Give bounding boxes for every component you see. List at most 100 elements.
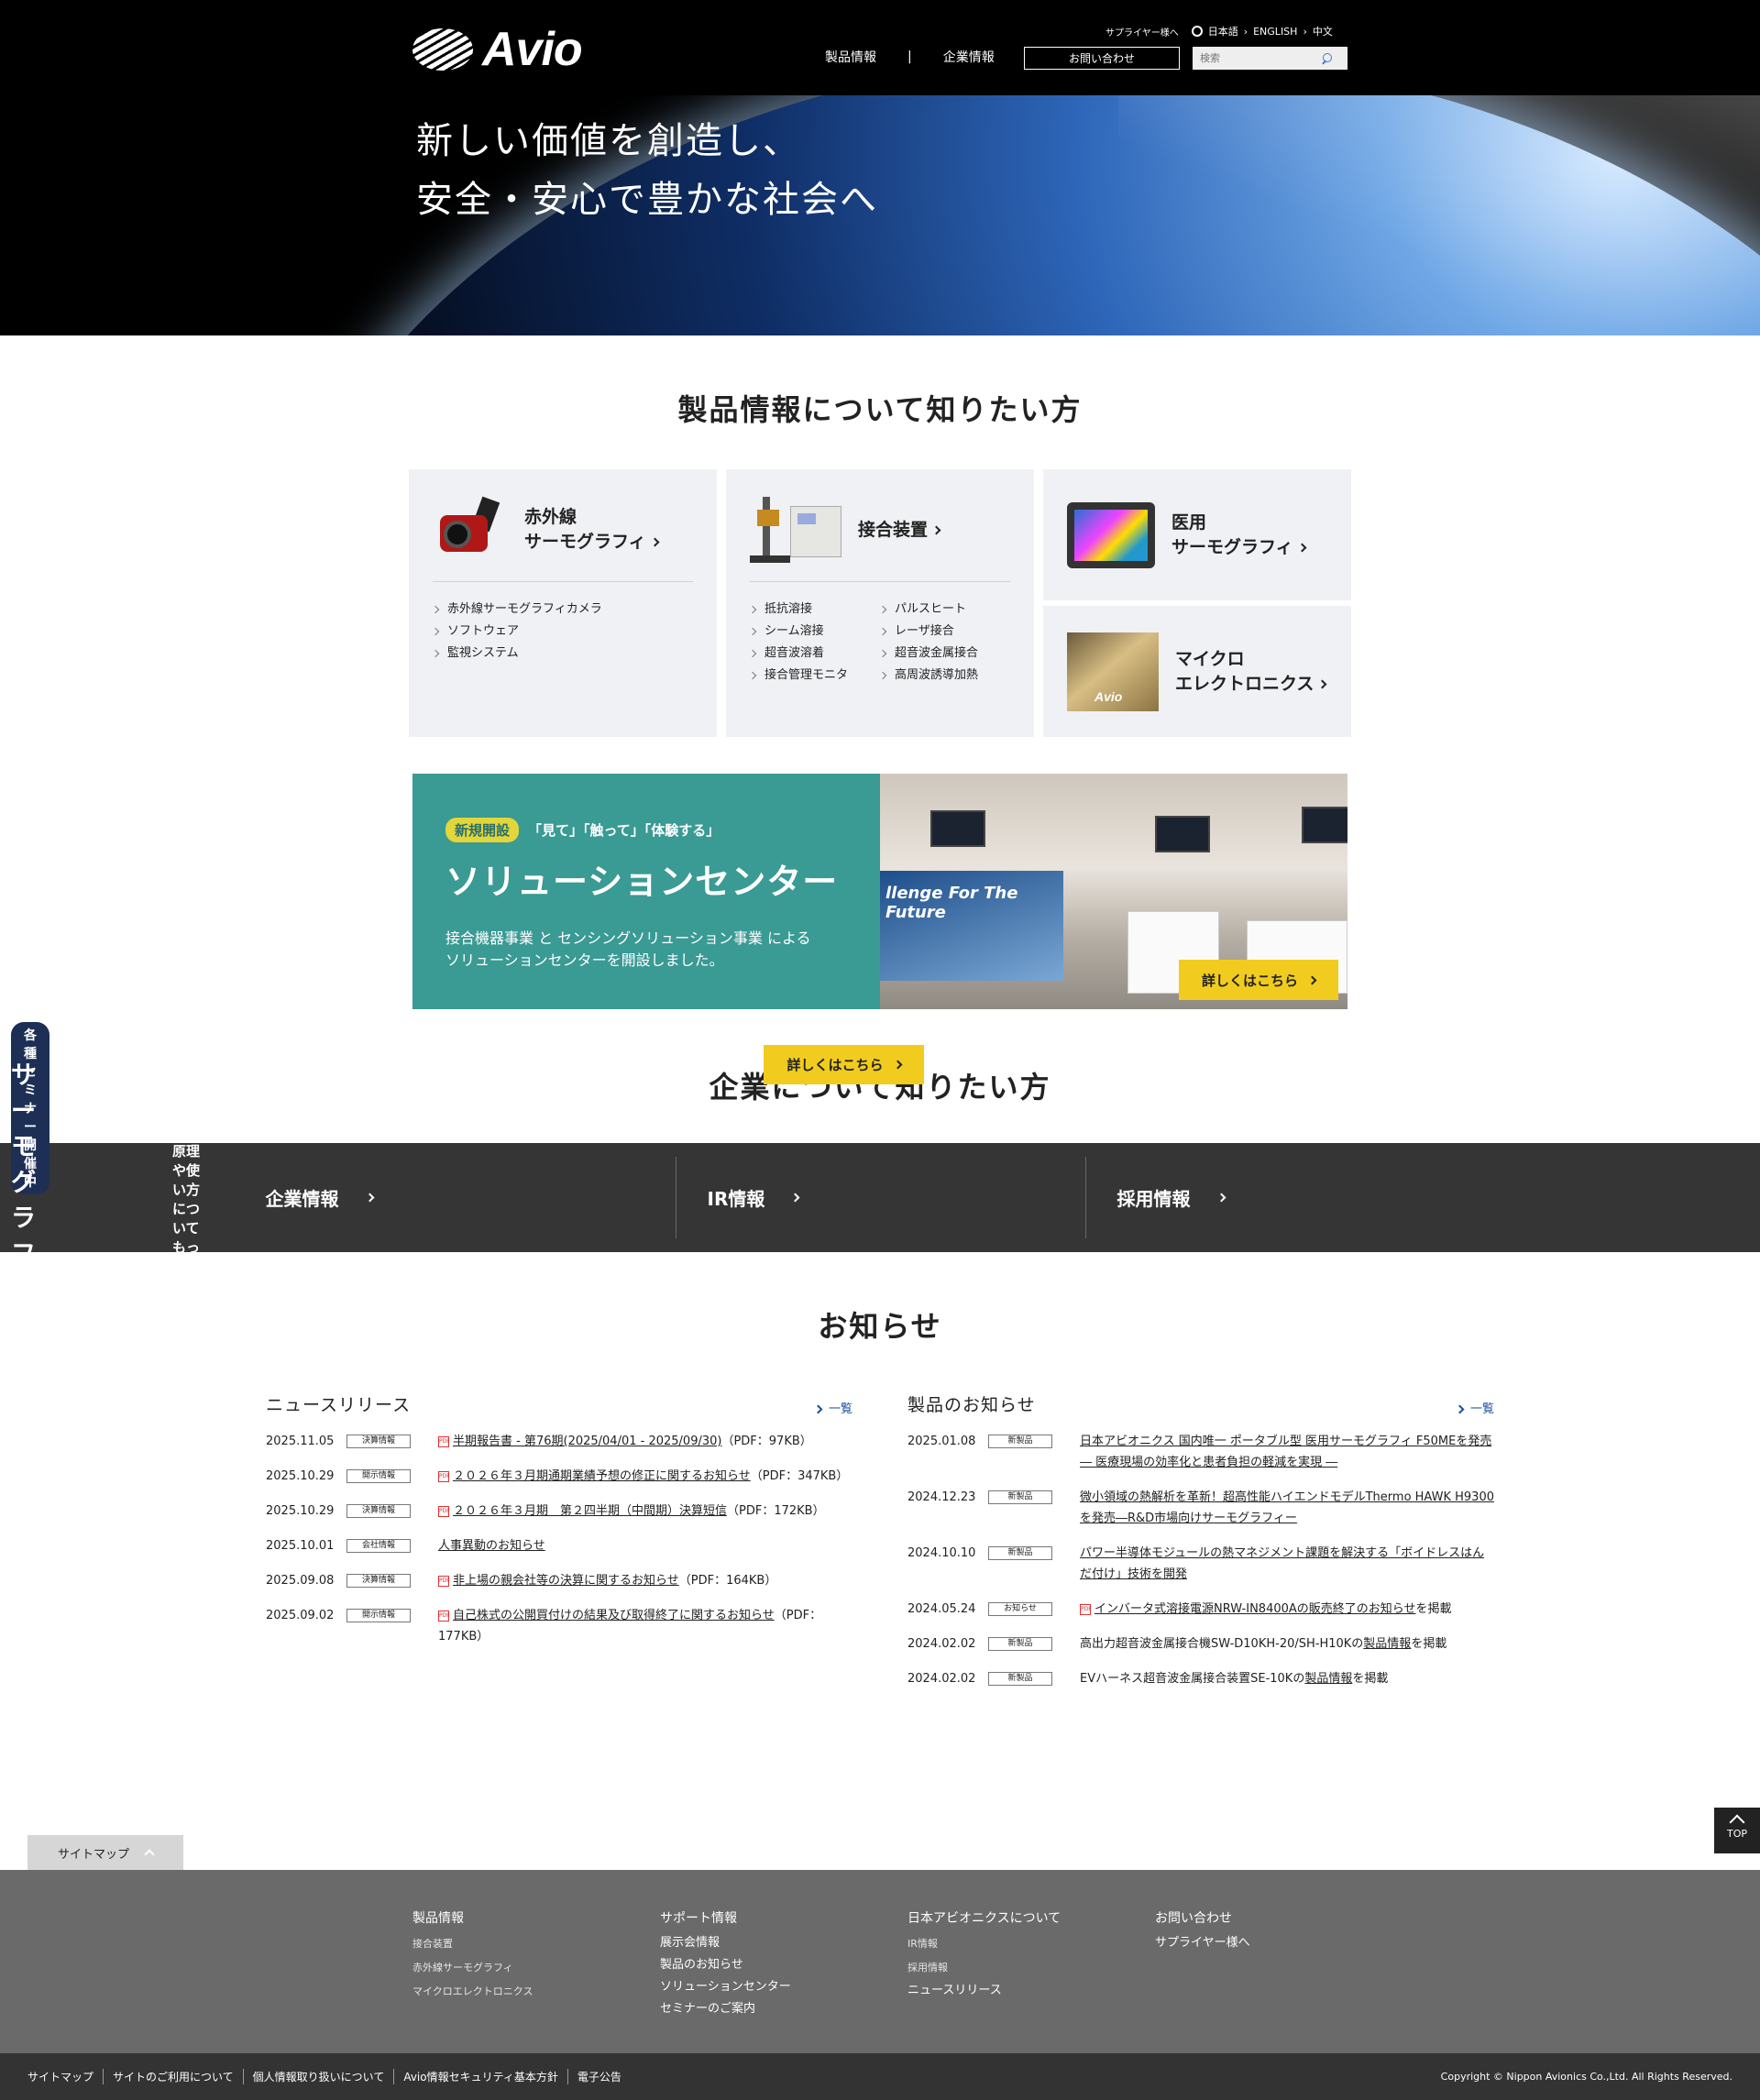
- card-medical-thermography[interactable]: 医用 サーモグラフィ: [1043, 469, 1351, 600]
- pdf-icon: PDF: [438, 1435, 450, 1447]
- sublink-thermography-camera[interactable]: 赤外線サーモグラフィカメラ: [433, 599, 693, 621]
- global-nav: 製品情報 | 企業情報: [825, 48, 995, 66]
- sublink-induction-heating[interactable]: 高周波誘導加熱: [880, 665, 1010, 687]
- footer-link-supplier[interactable]: サプライヤー様へ: [1155, 1932, 1402, 1954]
- subfooter-link-security[interactable]: Avio情報セキュリティ基本方針: [394, 2069, 568, 2084]
- sitemap-toggle[interactable]: サイトマップ: [28, 1835, 183, 1870]
- nav-divider: |: [908, 49, 912, 64]
- sublink-software[interactable]: ソフトウェア: [433, 621, 693, 643]
- category-badge: 決算情報: [346, 1504, 411, 1518]
- new-badge: 新規開設: [446, 818, 520, 842]
- category-badge: 新製品: [988, 1637, 1052, 1651]
- chevron-right-icon: [1307, 975, 1317, 984]
- news-link[interactable]: 人事異動のお知らせ: [438, 1539, 545, 1553]
- footer-link-recruit[interactable]: 採用情報: [908, 1956, 1155, 1980]
- avio-logo[interactable]: Avio: [412, 22, 583, 77]
- corporate-link-company[interactable]: 企業情報: [266, 1143, 676, 1252]
- news-link[interactable]: パワー半導体モジュールの熱マネジメント課題を解決する「ボイドレスはんだ付け」技術…: [1080, 1546, 1484, 1581]
- sublink-resistance-welding[interactable]: 抵抗溶接: [750, 599, 880, 621]
- corporate-link-recruit[interactable]: 採用情報: [1084, 1143, 1495, 1252]
- news-link[interactable]: 微小領域の熱解析を革新！超高性能ハイエンドモデルThermo HAWK H930…: [1080, 1490, 1494, 1525]
- chevron-right-icon: [1317, 679, 1327, 688]
- supplier-link[interactable]: サプライヤー様へ: [1106, 25, 1179, 38]
- news-date: 2024.02.02: [908, 1637, 976, 1651]
- subfooter-link-sitemap[interactable]: サイトマップ: [28, 2069, 104, 2084]
- corporate-link-ir[interactable]: IR情報: [675, 1143, 1085, 1252]
- footer-link-ir[interactable]: IR情報: [908, 1932, 1155, 1956]
- footer-head-about[interactable]: 日本アビオニクスについて: [908, 1908, 1155, 1927]
- subfooter-link-public-notice[interactable]: 電子公告: [568, 2069, 631, 2084]
- news-row: 2024.02.02 新製品 高出力超音波金属接合機SW-D10KH-20/SH-H…: [908, 1633, 1494, 1655]
- lang-chinese[interactable]: 中文: [1313, 24, 1333, 38]
- news-date: 2025.09.02: [266, 1609, 335, 1622]
- news-link[interactable]: 半期報告書 - 第76期(2025/04/01 - 2025/09/30): [453, 1435, 721, 1448]
- news-row: 2025.09.08 決算情報 PDF 非上場の親会社等の決算に関するお知らせ（PDF…: [266, 1570, 852, 1591]
- product-news: 製品のお知らせ 一覧 2025.01.08 新製品 日本アビオニクス 国内唯一 ポー…: [908, 1391, 1494, 1703]
- news-link[interactable]: 製品情報: [1304, 1672, 1352, 1686]
- news-date: 2025.11.05: [266, 1435, 335, 1448]
- search-icon[interactable]: [1321, 52, 1334, 65]
- globe-icon: [1191, 26, 1203, 37]
- solution-center-banner[interactable]: 新規開設 「見て」「触って」「体験する」 ソリューションセンター 接合機器事業 と…: [412, 774, 1348, 1009]
- category-badge: 新製品: [988, 1546, 1052, 1560]
- news-link[interactable]: ２０２６年３月期 第２四半期（中間期）決算短信: [453, 1504, 727, 1518]
- category-badge: 決算情報: [346, 1574, 411, 1588]
- footer-link-product-news[interactable]: 製品のお知らせ: [660, 1954, 908, 1976]
- sublink-pulse-heat[interactable]: パルスヒート: [880, 599, 1010, 621]
- card-infrared-thermography[interactable]: 赤外線 サーモグラフィ 赤外線サーモグラフィカメラ ソフトウェア 監視システム: [409, 469, 717, 737]
- footer-link-infrared[interactable]: 赤外線サーモグラフィ: [412, 1956, 660, 1980]
- news-link[interactable]: 日本アビオニクス 国内唯一 ポータブル型 医用サーモグラフィ F50MEを発売 …: [1080, 1435, 1491, 1469]
- thermal-camera-image: [433, 493, 508, 566]
- news-row: 2024.10.10 新製品 パワー半導体モジュールの熱マネジメント課題を解決する「…: [908, 1543, 1494, 1585]
- pdf-icon: PDF: [1080, 1603, 1092, 1615]
- card-microelectronics[interactable]: Avio マイクロ エレクトロニクス: [1043, 606, 1351, 737]
- contact-button[interactable]: お問い合わせ: [1024, 47, 1180, 70]
- footer-link-joining[interactable]: 接合装置: [412, 1932, 660, 1956]
- product-news-more-link[interactable]: 一覧: [1457, 1399, 1494, 1416]
- footer-head-products[interactable]: 製品情報: [412, 1908, 660, 1927]
- search-box: [1193, 47, 1348, 70]
- footer-head-contact[interactable]: お問い合わせ: [1155, 1908, 1402, 1927]
- logo-mark-icon: [412, 28, 473, 71]
- sublink-ultrasonic-welding[interactable]: 超音波溶着: [750, 643, 880, 665]
- solution-center-details-button[interactable]: 詳しくはこちら: [1179, 960, 1338, 1000]
- back-to-top-button[interactable]: TOP: [1714, 1808, 1760, 1853]
- news-link[interactable]: 製品情報: [1363, 1637, 1411, 1651]
- news-link[interactable]: ２０２６年３月期通期業績予想の修正に関するお知らせ: [453, 1469, 751, 1483]
- news-date: 2024.10.10: [908, 1546, 976, 1560]
- seminar-details-button[interactable]: 詳しくはこちら: [764, 1045, 924, 1084]
- pdf-icon: PDF: [438, 1505, 450, 1517]
- sublink-ultrasonic-metal-joining[interactable]: 超音波金属接合: [880, 643, 1010, 665]
- sublink-monitoring-system[interactable]: 監視システム: [433, 643, 693, 665]
- sublink-laser-joining[interactable]: レーザ接合: [880, 621, 1010, 643]
- chevron-right-icon: [931, 525, 941, 534]
- footer-link-solution-center[interactable]: ソリューションセンター: [660, 1976, 908, 1998]
- nav-products[interactable]: 製品情報: [825, 48, 876, 66]
- footer-link-news-release[interactable]: ニュースリリース: [908, 1980, 1155, 2002]
- poster-image: llenge For The Future: [880, 871, 1063, 981]
- microelectronics-image: Avio: [1067, 632, 1159, 711]
- news-link[interactable]: インバータ式溶接電源NRW-IN8400Aの販売終了のお知らせ: [1094, 1602, 1416, 1616]
- news-date: 2024.05.24: [908, 1602, 976, 1616]
- lang-english[interactable]: ENGLISH: [1253, 26, 1297, 38]
- subfooter-link-privacy[interactable]: 個人情報取り扱いについて: [244, 2069, 395, 2084]
- hero-header: Avio サプライヤー様へ 日本語 › ENGLISH › 中文 製品情報 | …: [0, 0, 1760, 335]
- subfooter-link-terms[interactable]: サイトのご利用について: [104, 2069, 244, 2084]
- solution-center-photo: llenge For The Future 詳しくはこちら: [880, 774, 1348, 1009]
- lang-japanese[interactable]: 日本語: [1208, 24, 1238, 38]
- news-link[interactable]: 自己株式の公開買付けの結果及び取得終了に関するお知らせ: [453, 1609, 775, 1622]
- news-date: 2025.10.29: [266, 1504, 335, 1518]
- category-badge: 開示情報: [346, 1609, 411, 1622]
- sublink-joining-monitor[interactable]: 接合管理モニタ: [750, 665, 880, 687]
- products-section: 製品情報について知りたい方 赤外線 サーモグラフィ 赤外線サーモグラフィカメラ …: [0, 335, 1760, 2019]
- footer-head-support[interactable]: サポート情報: [660, 1908, 908, 1927]
- search-input[interactable]: [1193, 47, 1321, 70]
- card-joining-equipment[interactable]: 接合装置 抵抗溶接 パルスヒート シーム溶接 レーザ接合 超音波溶着 超音波金属…: [726, 469, 1034, 737]
- sublink-seam-welding[interactable]: シーム溶接: [750, 621, 880, 643]
- news-link[interactable]: 非上場の親会社等の決算に関するお知らせ: [453, 1574, 679, 1588]
- nav-company[interactable]: 企業情報: [943, 48, 995, 66]
- footer-link-seminar[interactable]: セミナーのご案内: [660, 1998, 908, 2020]
- news-releases-more-link[interactable]: 一覧: [815, 1399, 852, 1416]
- footer-link-exhibition[interactable]: 展示会情報: [660, 1932, 908, 1954]
- footer-link-micro[interactable]: マイクロエレクトロニクス: [412, 1980, 660, 2004]
